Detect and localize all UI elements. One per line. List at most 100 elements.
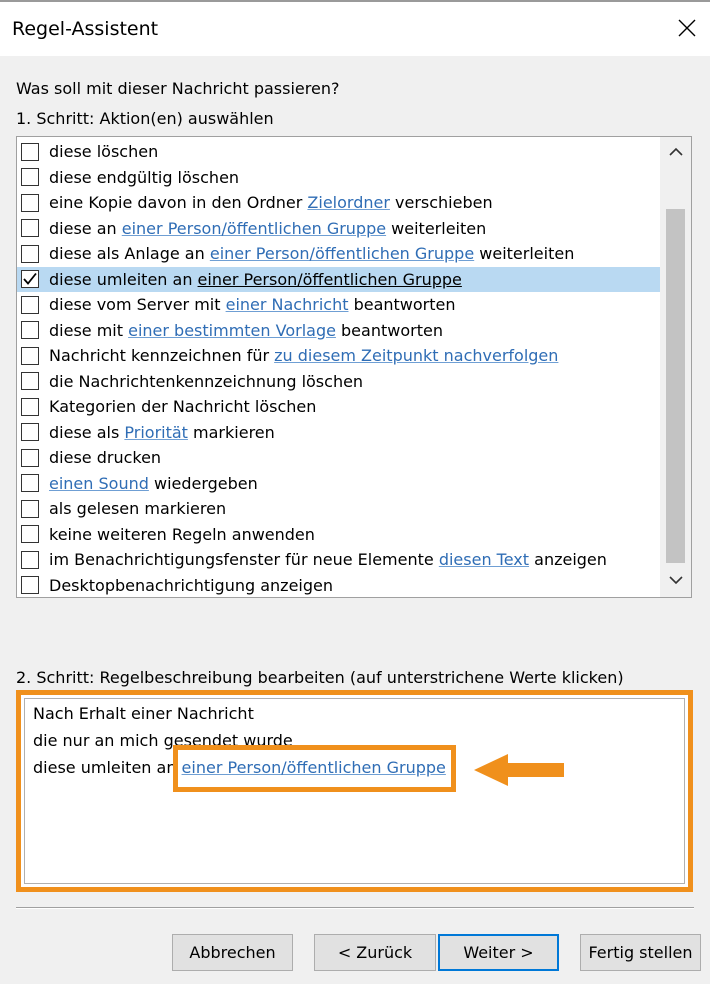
action-checkbox[interactable]: [21, 499, 39, 518]
action-value-link[interactable]: Zielordner: [307, 193, 390, 212]
action-value-link[interactable]: diesen Text: [439, 550, 529, 569]
action-checkbox[interactable]: [21, 270, 39, 289]
action-row[interactable]: diese mit einer bestimmten Vorlage beant…: [17, 318, 660, 344]
prompt-label: Was soll mit dieser Nachricht passieren?: [16, 79, 340, 98]
action-checkbox[interactable]: [21, 550, 39, 569]
action-text: diese endgültig löschen: [49, 167, 240, 187]
action-label: keine weiteren Regeln anwenden: [49, 525, 315, 544]
action-checkbox[interactable]: [21, 244, 39, 263]
action-checkbox[interactable]: [21, 525, 39, 544]
finish-button[interactable]: Fertig stellen: [580, 934, 701, 971]
annotation-highlight-box: [173, 745, 456, 792]
action-checkbox[interactable]: [21, 193, 39, 212]
action-text: diese drucken: [49, 448, 162, 468]
description-line-3-text: diese umleiten an: [33, 758, 182, 777]
action-text: verschieben: [389, 193, 493, 213]
action-checkbox[interactable]: [21, 346, 39, 365]
action-text: diese mit: [49, 320, 129, 340]
action-row[interactable]: im Benachrichtigungsfenster für neue Ele…: [17, 547, 660, 573]
title-bar: Regel-Assistent: [0, 0, 710, 56]
action-label: im Benachrichtigungsfenster für neue Ele…: [49, 550, 607, 569]
action-text: beantworten: [335, 320, 443, 340]
action-label: diese mit einer bestimmten Vorlage beant…: [49, 321, 443, 340]
action-row[interactable]: als gelesen markieren: [17, 496, 660, 522]
scroll-thumb[interactable]: [666, 209, 685, 563]
action-label: eine Kopie davon in den Ordner Zielordne…: [49, 193, 493, 212]
action-label: diese vom Server mit einer Nachricht bea…: [49, 295, 456, 314]
action-label: diese an einer Person/öffentlichen Grupp…: [49, 219, 486, 238]
action-text: Nachricht kennzeichnen für: [49, 346, 275, 366]
action-text: markieren: [187, 422, 275, 442]
action-text: weiterleiten: [474, 244, 575, 264]
close-icon: [678, 19, 696, 37]
action-text: keine weiteren Regeln anwenden: [49, 524, 315, 544]
action-checkbox[interactable]: [21, 168, 39, 187]
footer-separator: [16, 907, 694, 909]
action-row[interactable]: eine Kopie davon in den Ordner Zielordne…: [17, 190, 660, 216]
action-label: diese drucken: [49, 448, 161, 467]
window-title: Regel-Assistent: [12, 18, 159, 40]
action-checkbox[interactable]: [21, 448, 39, 467]
action-label: Nachricht kennzeichnen für zu diesem Zei…: [49, 346, 558, 365]
next-button[interactable]: Weiter >: [438, 934, 559, 971]
action-checkbox[interactable]: [21, 474, 39, 493]
action-value-link[interactable]: einer Nachricht: [226, 295, 349, 314]
step1-label: 1. Schritt: Aktion(en) auswählen: [16, 109, 274, 128]
action-row[interactable]: Nachricht kennzeichnen für zu diesem Zei…: [17, 343, 660, 369]
action-row[interactable]: Kategorien der Nachricht löschen: [17, 394, 660, 420]
action-checkbox[interactable]: [21, 219, 39, 238]
chevron-up-icon: [669, 147, 683, 156]
action-checkbox[interactable]: [21, 397, 39, 416]
action-label: diese endgültig löschen: [49, 168, 239, 187]
scroll-down-button[interactable]: [660, 565, 691, 597]
action-row[interactable]: die Nachrichtenkennzeichnung löschen: [17, 369, 660, 395]
action-value-link[interactable]: zu diesem Zeitpunkt nachverfolgen: [274, 346, 558, 365]
action-row[interactable]: diese drucken: [17, 445, 660, 471]
action-checkbox[interactable]: [21, 295, 39, 314]
cancel-button[interactable]: Abbrechen: [172, 934, 293, 971]
action-row[interactable]: diese umleiten an einer Person/öffentlic…: [17, 266, 660, 292]
action-text: diese umleiten an: [49, 269, 198, 289]
action-row[interactable]: diese an einer Person/öffentlichen Grupp…: [17, 216, 660, 242]
actions-scrollbar[interactable]: [660, 137, 691, 597]
action-row[interactable]: diese als Anlage an einer Person/öffentl…: [17, 241, 660, 267]
step2-label: 2. Schritt: Regelbeschreibung bearbeiten…: [16, 668, 624, 687]
action-row[interactable]: Desktopbenachrichtigung anzeigen: [17, 573, 660, 599]
action-text: diese als Anlage an: [49, 244, 210, 264]
scroll-up-button[interactable]: [660, 137, 691, 169]
back-button[interactable]: < Zurück: [314, 934, 436, 971]
action-checkbox[interactable]: [21, 576, 39, 595]
action-checkbox[interactable]: [21, 321, 39, 340]
action-value-link[interactable]: einen Sound: [49, 474, 149, 493]
action-checkbox[interactable]: [21, 423, 39, 442]
action-label: einen Sound wiedergeben: [49, 474, 258, 493]
action-text: eine Kopie davon in den Ordner: [49, 193, 308, 213]
action-checkbox[interactable]: [21, 372, 39, 391]
action-text: diese vom Server mit: [49, 295, 226, 315]
action-text: beantworten: [348, 295, 456, 315]
action-text: anzeigen: [529, 550, 607, 570]
action-row[interactable]: diese löschen: [17, 139, 660, 165]
action-row[interactable]: diese als Priorität markieren: [17, 420, 660, 446]
action-checkbox[interactable]: [21, 142, 39, 161]
action-label: Desktopbenachrichtigung anzeigen: [49, 576, 333, 595]
action-value-link[interactable]: einer bestimmten Vorlage: [128, 321, 336, 340]
action-value-link[interactable]: einer Person/öffentlichen Gruppe: [210, 244, 474, 263]
action-text: diese an: [49, 218, 122, 238]
action-label: Kategorien der Nachricht löschen: [49, 397, 316, 416]
action-row[interactable]: diese vom Server mit einer Nachricht bea…: [17, 292, 660, 318]
action-row[interactable]: diese endgültig löschen: [17, 165, 660, 191]
action-value-link[interactable]: Priorität: [124, 423, 188, 442]
action-text: diese löschen: [49, 142, 159, 162]
action-value-link[interactable]: einer Person/öffentlichen Gruppe: [122, 219, 386, 238]
action-text: Desktopbenachrichtigung anzeigen: [49, 575, 333, 595]
action-row[interactable]: einen Sound wiedergeben: [17, 471, 660, 497]
chevron-down-icon: [669, 576, 683, 585]
action-value-link[interactable]: einer Person/öffentlichen Gruppe: [198, 270, 462, 289]
actions-list[interactable]: diese löschen diese endgültig löschen eine…: [16, 136, 692, 598]
action-row[interactable]: keine weiteren Regeln anwenden: [17, 522, 660, 548]
close-button[interactable]: [666, 2, 710, 56]
action-label: diese als Priorität markieren: [49, 423, 275, 442]
action-text: weiterleiten: [386, 218, 487, 238]
action-label: als gelesen markieren: [49, 499, 226, 518]
